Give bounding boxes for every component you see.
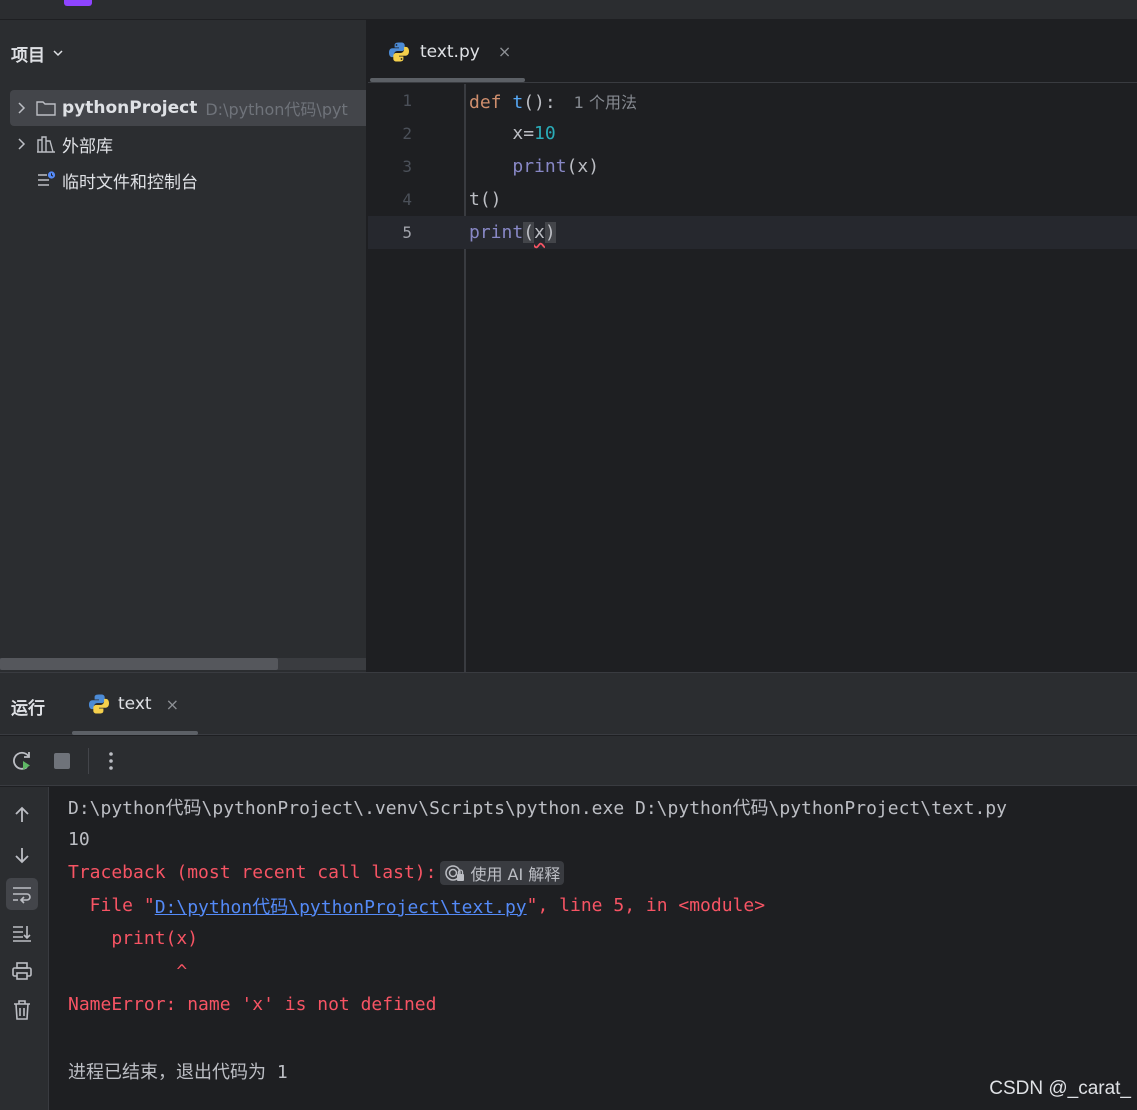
traceback-file-line: File " D:\python代码\pythonProject\text.py "… xyxy=(68,889,765,922)
code-line-2[interactable]: 2 x=10 xyxy=(368,117,1137,150)
toolbar-separator xyxy=(88,748,89,774)
scratch-file-icon xyxy=(34,170,58,190)
ai-explain-button[interactable]: 使用 AI 解释 xyxy=(440,860,565,885)
ai-assistant-icon xyxy=(445,864,465,881)
print-button[interactable] xyxy=(6,955,38,987)
arrow-down-icon xyxy=(15,848,29,864)
line-number: 2 xyxy=(402,124,412,143)
project-header-label: 项目 xyxy=(11,45,45,66)
project-panel: 项目 pythonProject D:\python代码\pyt 外部库 临时文… xyxy=(0,20,367,672)
tab-label: text.py xyxy=(420,41,480,62)
editor: text.py × 1 def t(): 1 个用法 2 x=10 3 print… xyxy=(368,20,1137,672)
usage-hint[interactable]: 1 个用法 xyxy=(574,93,637,112)
code-line-3[interactable]: 3 print(x) xyxy=(368,150,1137,183)
chevron-right-icon[interactable] xyxy=(10,102,34,114)
stop-icon xyxy=(54,753,70,769)
console-output-line: 10 xyxy=(68,829,90,850)
process-exit-message: 进程已结束，退出代码为 1 xyxy=(68,1061,288,1083)
tree-item-scratches[interactable]: 临时文件和控制台 xyxy=(10,162,198,198)
soft-wrap-icon xyxy=(13,887,31,904)
folder-icon xyxy=(34,98,58,118)
python-file-icon xyxy=(388,41,410,63)
code-line-5[interactable]: 5 print(x) xyxy=(368,216,1137,249)
stop-button[interactable] xyxy=(49,748,75,774)
file-link[interactable]: D:\python代码\pythonProject\text.py xyxy=(155,893,527,919)
traceback-caret-line: ^ xyxy=(68,961,188,982)
code-line-4[interactable]: 4 t() xyxy=(368,183,1137,216)
run-tool-window: 运行 text × D:\python代码\pythonProject\.ven… xyxy=(0,672,1137,1110)
run-tab-active-indicator xyxy=(72,731,198,735)
tree-item-label: pythonProject xyxy=(62,98,198,118)
scroll-down-button[interactable] xyxy=(6,839,38,871)
run-header: 运行 text × xyxy=(0,673,1137,735)
run-toolbar xyxy=(0,736,1137,786)
line-number: 5 xyxy=(402,223,412,242)
tree-item-label: 临时文件和控制台 xyxy=(62,172,198,193)
more-options-button[interactable] xyxy=(98,748,124,774)
console-command-line: D:\python代码\pythonProject\.venv\Scripts\… xyxy=(68,797,1007,819)
chevron-right-icon[interactable] xyxy=(10,138,34,150)
console-side-toolbar xyxy=(0,787,49,1110)
rerun-button[interactable] xyxy=(9,748,35,774)
clear-all-button[interactable] xyxy=(6,994,38,1026)
scroll-up-button[interactable] xyxy=(6,799,38,831)
printer-icon xyxy=(12,962,32,980)
project-header[interactable]: 项目 xyxy=(11,42,63,66)
run-title: 运行 xyxy=(11,699,45,719)
line-number: 3 xyxy=(402,157,412,176)
python-file-icon xyxy=(88,693,110,715)
traceback-source-line: print(x) xyxy=(68,928,199,949)
run-tab-label: text xyxy=(118,694,152,714)
tree-item-external-libraries[interactable]: 外部库 xyxy=(10,126,113,162)
chevron-down-icon xyxy=(53,50,63,57)
code-line-1[interactable]: 1 def t(): 1 个用法 xyxy=(368,84,1137,117)
arrow-up-icon xyxy=(15,806,29,822)
scroll-to-end-button[interactable] xyxy=(6,917,38,949)
editor-tabs: text.py × xyxy=(368,20,1137,83)
rerun-icon xyxy=(13,751,30,770)
line-number: 4 xyxy=(402,190,412,209)
error-message: NameError: name 'x' is not defined xyxy=(68,994,437,1015)
error-highlight[interactable]: x xyxy=(534,222,545,243)
scroll-to-end-icon xyxy=(13,926,31,942)
app-logo-icon xyxy=(64,0,92,6)
trash-icon xyxy=(14,1000,30,1020)
traceback-header: Traceback (most recent call last): 使用 AI … xyxy=(68,856,565,889)
close-icon[interactable]: × xyxy=(498,42,511,61)
tree-item-pythonproject[interactable]: pythonProject D:\python代码\pyt xyxy=(10,90,366,126)
title-bar xyxy=(0,0,1137,20)
tree-item-label: 外部库 xyxy=(62,136,113,157)
watermark: CSDN @_carat_ xyxy=(989,1078,1131,1099)
horizontal-scrollbar[interactable] xyxy=(0,658,278,670)
close-icon[interactable]: × xyxy=(166,695,179,714)
soft-wrap-button[interactable] xyxy=(6,878,38,910)
more-vertical-icon xyxy=(109,752,113,770)
tab-text-py[interactable]: text.py × xyxy=(368,20,525,83)
tab-active-indicator xyxy=(370,78,525,82)
library-icon xyxy=(34,134,58,154)
run-tab-text[interactable]: text × xyxy=(88,690,179,718)
line-number: 1 xyxy=(402,91,412,110)
tree-item-path: D:\python代码\pyt xyxy=(205,100,348,119)
